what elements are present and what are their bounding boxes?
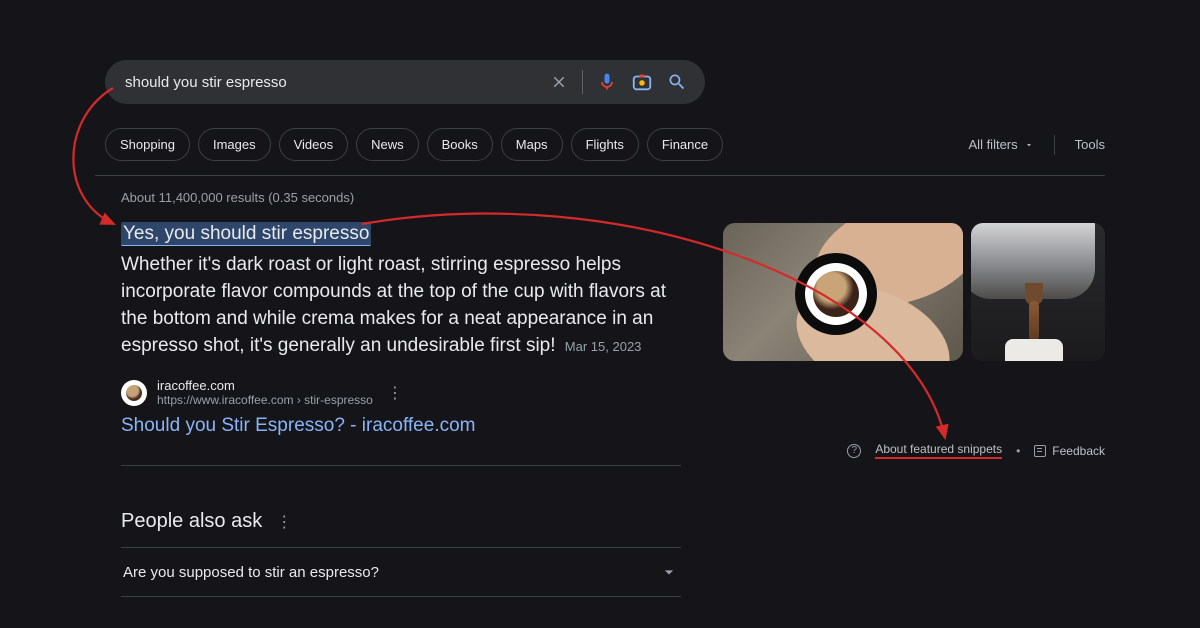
about-featured-snippets-link[interactable]: About featured snippets <box>875 442 1002 459</box>
tab-finance[interactable]: Finance <box>647 128 723 161</box>
tab-flights[interactable]: Flights <box>571 128 639 161</box>
source-favicon <box>121 380 147 406</box>
source-url: https://www.iracoffee.comstir-espresso <box>157 393 373 407</box>
feedback-icon <box>1034 445 1046 457</box>
result-stats: About 11,400,000 results (0.35 seconds) <box>121 190 1105 205</box>
paa-question: Are you supposed to stir an espresso? <box>123 564 379 581</box>
snippet-thumbnail-2[interactable] <box>971 223 1105 361</box>
clear-icon[interactable] <box>550 73 568 91</box>
snippet-thumbnail-1[interactable] <box>723 223 963 361</box>
tab-shopping[interactable]: Shopping <box>105 128 190 161</box>
source-domain: iracoffee.com <box>157 378 373 393</box>
snippet-date: Mar 15, 2023 <box>565 339 642 354</box>
tab-news[interactable]: News <box>356 128 419 161</box>
tab-books[interactable]: Books <box>427 128 493 161</box>
voice-search-icon[interactable] <box>597 72 617 92</box>
paa-item[interactable]: Are you supposed to stir an espresso? <box>121 547 681 597</box>
tools-button[interactable]: Tools <box>1075 137 1105 152</box>
vertical-divider <box>582 70 583 94</box>
dot-separator: • <box>1016 444 1020 458</box>
more-options-icon[interactable]: ⋮ <box>276 512 292 532</box>
tab-videos[interactable]: Videos <box>279 128 349 161</box>
tab-images[interactable]: Images <box>198 128 271 161</box>
chevron-down-icon <box>1024 140 1034 150</box>
featured-snippet: Yes, you should stir espresso Whether it… <box>121 223 681 466</box>
people-also-ask-heading: People also ask <box>121 510 262 533</box>
search-icon[interactable] <box>667 72 687 92</box>
chevron-down-icon <box>659 562 679 582</box>
feedback-link[interactable]: Feedback <box>1034 444 1105 458</box>
all-filters-button[interactable]: All filters <box>969 137 1034 152</box>
result-title-link[interactable]: Should you Stir Espresso? - iracoffee.co… <box>121 415 476 437</box>
image-search-icon[interactable] <box>631 71 653 93</box>
feedback-label: Feedback <box>1052 444 1105 458</box>
tab-maps[interactable]: Maps <box>501 128 563 161</box>
separator <box>121 465 681 466</box>
all-filters-label: All filters <box>969 137 1018 152</box>
search-input[interactable] <box>125 74 550 91</box>
vertical-divider <box>1054 135 1055 155</box>
search-bar[interactable] <box>105 60 705 104</box>
separator <box>95 175 1105 176</box>
snippet-highlight: Yes, you should stir espresso <box>121 222 371 246</box>
more-options-icon[interactable]: ⋮ <box>387 383 403 403</box>
search-tabs: Shopping Images Videos News Books Maps F… <box>105 128 723 161</box>
help-icon[interactable]: ? <box>847 444 861 458</box>
